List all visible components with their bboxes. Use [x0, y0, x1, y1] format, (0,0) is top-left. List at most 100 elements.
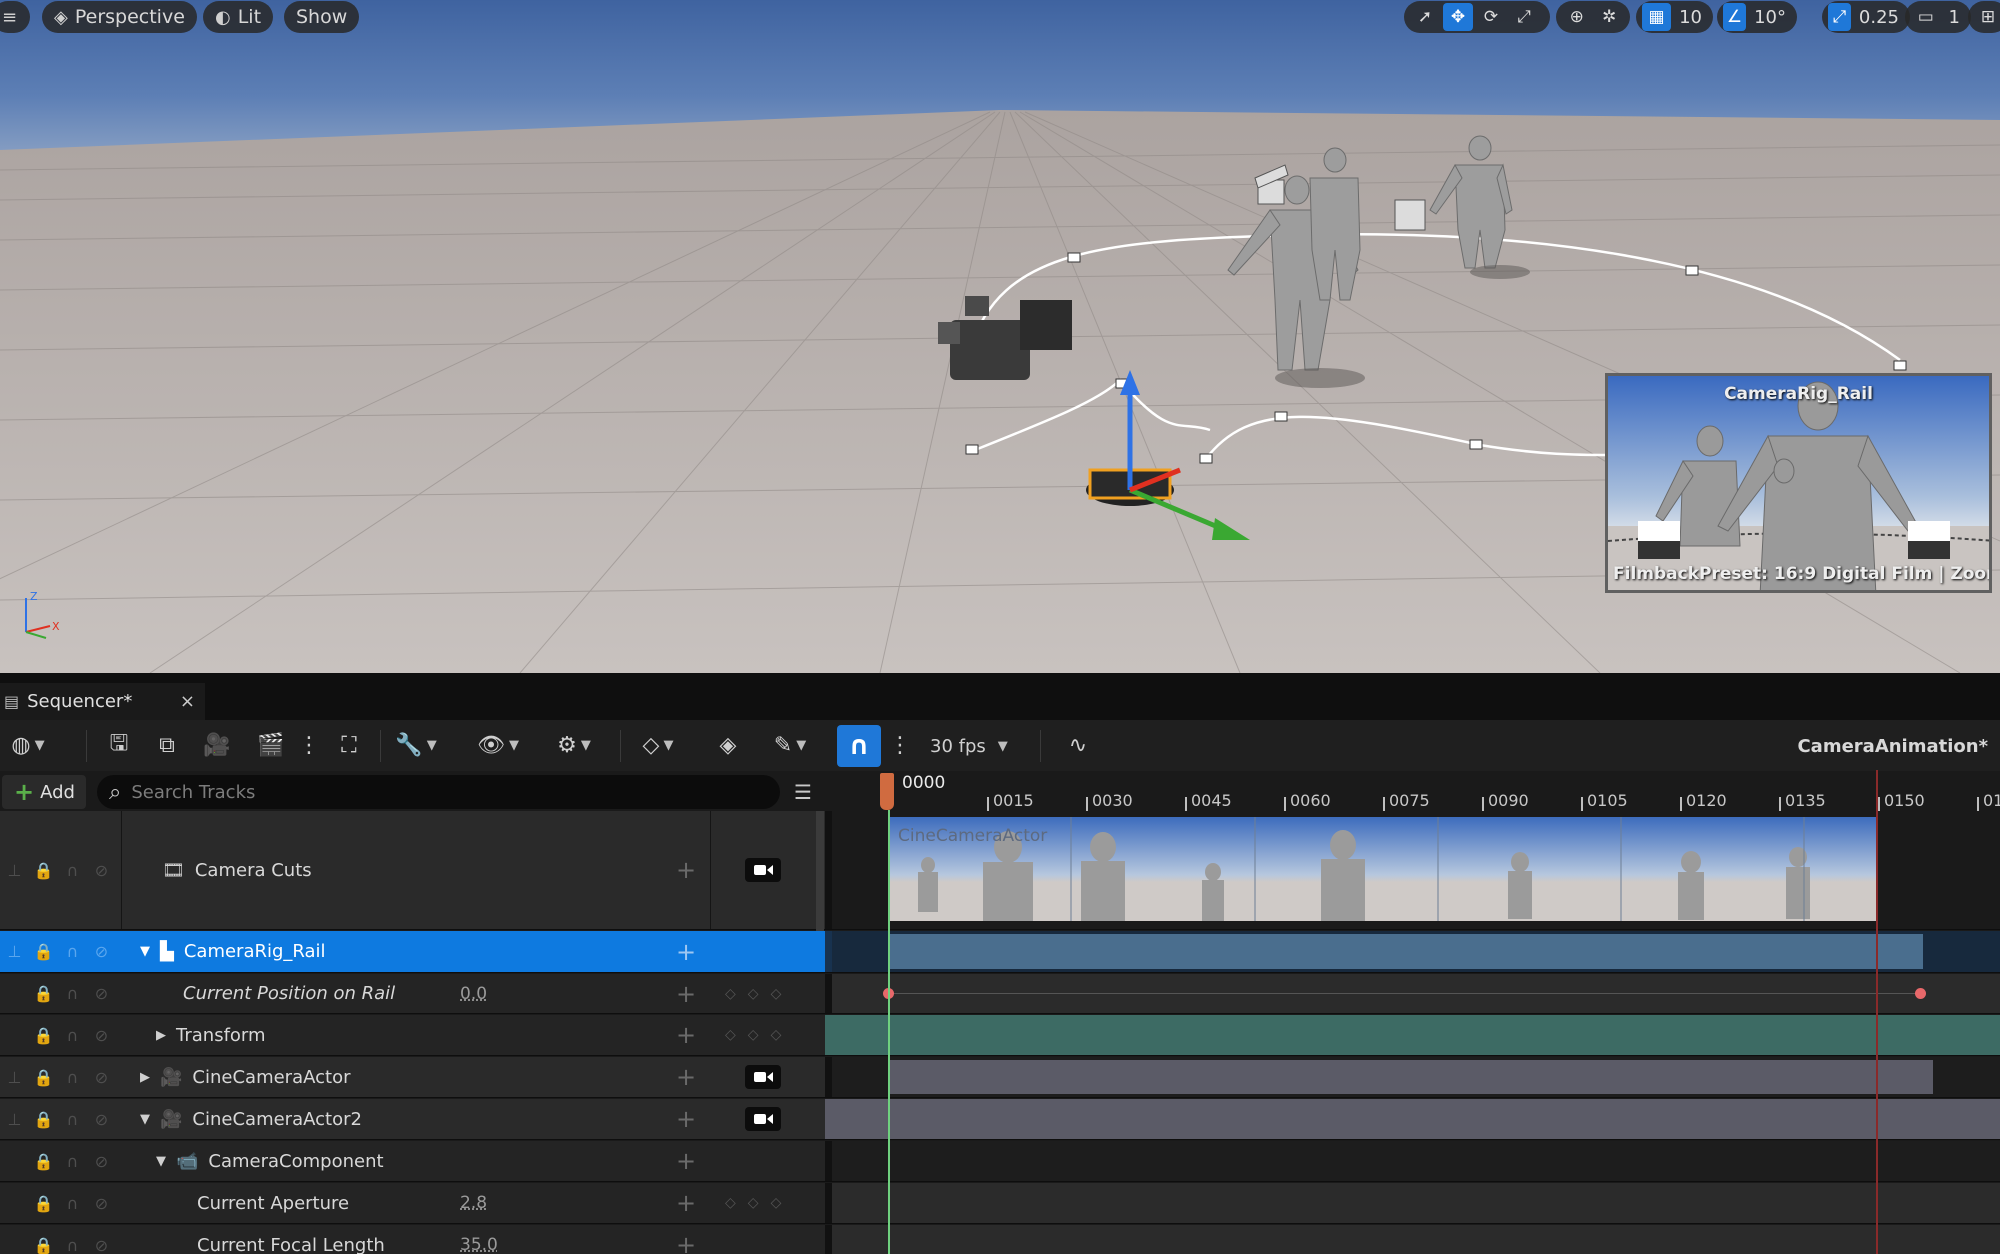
pin-icon[interactable]: ⊥ [0, 1068, 29, 1087]
lock-icon[interactable]: 🔒 [29, 1026, 58, 1045]
layout-group[interactable]: ⊞ [1968, 1, 2000, 33]
add-key-icon[interactable]: ◇ [748, 1195, 759, 1211]
lock-icon[interactable]: 🔒 [29, 1110, 58, 1129]
edit-mode-button[interactable]: ✎ ▼ [762, 725, 818, 765]
filter-icon[interactable]: ☰ [786, 775, 820, 809]
lit-button[interactable]: ◐ Lit [203, 1, 274, 33]
add-key-icon[interactable]: ◇ [748, 986, 759, 1002]
lock-icon[interactable]: 🔒 [29, 984, 58, 1003]
add-track-button[interactable]: + [676, 1057, 696, 1097]
mute-icon[interactable]: ⊘ [87, 1152, 116, 1171]
save-icon[interactable]: 🖫 [102, 725, 136, 765]
world-space-icon[interactable]: ⊕ [1562, 3, 1592, 31]
solo-icon[interactable]: ∩ [58, 984, 87, 1003]
grid-snap-group[interactable]: ▦ 10 [1636, 1, 1713, 33]
lock-icon[interactable]: 🔒 [29, 942, 58, 961]
camera-lock-button[interactable] [745, 1107, 781, 1131]
prev-key-icon[interactable]: ◇ [725, 1195, 736, 1211]
solo-icon[interactable]: ∩ [58, 861, 87, 880]
mute-icon[interactable]: ⊘ [87, 1026, 116, 1045]
snap-options-icon[interactable]: ⋮ [889, 725, 911, 765]
angle-snap-icon[interactable]: ∠ [1723, 3, 1747, 31]
prev-key-icon[interactable]: ◇ [725, 1027, 736, 1043]
view-options-button[interactable]: 👁 ▼ [470, 725, 526, 765]
curve-editor-icon[interactable]: ∿ [1058, 725, 1098, 765]
solo-icon[interactable]: ∩ [58, 1110, 87, 1129]
camera-lock-button[interactable] [745, 858, 781, 882]
add-track-button[interactable]: + [676, 931, 696, 972]
solo-icon[interactable]: ∩ [58, 1026, 87, 1045]
mute-icon[interactable]: ⊘ [87, 942, 116, 961]
next-key-icon[interactable]: ◇ [771, 1195, 782, 1211]
next-key-icon[interactable]: ◇ [771, 986, 782, 1002]
track-row-transform[interactable]: 🔒 ∩ ⊘ ▶ Transform + ◇ ◇ ◇ [0, 1015, 2000, 1056]
chevron-down-icon[interactable]: ▼ [156, 1154, 166, 1169]
camera-cut-section[interactable]: CineCameraActor [888, 817, 1878, 921]
lock-icon[interactable]: 🔒 [29, 1236, 58, 1254]
rotate-icon[interactable]: ⟳ [1476, 3, 1506, 31]
track-row-current-aperture[interactable]: 🔒 ∩ ⊘ Current Aperture 2.8 + ◇ ◇ ◇ [0, 1183, 2000, 1224]
solo-icon[interactable]: ∩ [58, 1068, 87, 1087]
pin-icon[interactable]: ⊥ [0, 942, 29, 961]
time-ruler[interactable]: 0000 0015 0030 0045 0060 0075 0090 0105 0120 013… [832, 771, 2000, 811]
framerate-dropdown[interactable]: 30 fps ▼ [930, 725, 1008, 767]
mute-icon[interactable]: ⊘ [87, 1110, 116, 1129]
track-row-current-position[interactable]: 🔒 ∩ ⊘ Current Position on Rail 0.0 + ◇ ◇… [0, 974, 2000, 1014]
outliner-scrollbar[interactable] [816, 811, 824, 931]
add-key-button[interactable]: + [676, 1225, 696, 1254]
playback-options-button[interactable]: ⚙ ▼ [546, 725, 602, 765]
lock-icon[interactable]: 🔒 [29, 1068, 58, 1087]
mute-icon[interactable]: ⊘ [87, 1194, 116, 1213]
cinecamera-section[interactable] [888, 1060, 1933, 1094]
chevron-right-icon[interactable]: ▶ [156, 1028, 166, 1043]
camera-speed-icon[interactable]: ▭ [1911, 3, 1941, 31]
show-button[interactable]: Show [284, 1, 360, 33]
prev-key-icon[interactable]: ◇ [725, 986, 736, 1002]
snap-magnet-icon[interactable]: ∩ [837, 725, 881, 767]
more-options-icon[interactable]: ⋮ [298, 725, 320, 765]
auto-key-icon[interactable]: ◈ [708, 725, 748, 765]
track-row-cameracomponent[interactable]: 🔒 ∩ ⊘ ▼ 📹 CameraComponent + [0, 1141, 2000, 1182]
viewport-layout-icon[interactable]: ⊞ [1974, 3, 2000, 31]
solo-icon[interactable]: ∩ [58, 1236, 87, 1254]
camerarig-section[interactable] [888, 934, 1923, 969]
clapperboard-icon[interactable]: 🎬 [254, 725, 288, 765]
world-settings-button[interactable]: ◍ ▼ [2, 725, 54, 765]
lock-icon[interactable]: 🔒 [29, 861, 58, 880]
track-value[interactable]: 0.0 [460, 974, 487, 1013]
track-row-cinecameraactor2[interactable]: ⊥ 🔒 ∩ ⊘ ▼ 🎥 CineCameraActor2 + [0, 1099, 2000, 1140]
solo-icon[interactable]: ∩ [58, 1194, 87, 1213]
playhead-handle[interactable] [880, 773, 894, 810]
lock-icon[interactable]: 🔒 [29, 1194, 58, 1213]
mute-icon[interactable]: ⊘ [87, 1236, 116, 1254]
close-icon[interactable]: × [180, 691, 195, 712]
tools-button[interactable]: 🔧 ▼ [390, 725, 442, 765]
add-track-button[interactable]: + Add [2, 775, 86, 809]
track-row-cinecameraactor[interactable]: ⊥ 🔒 ∩ ⊘ ▶ 🎥 CineCameraActor + [0, 1057, 2000, 1098]
add-key-button[interactable]: + [676, 811, 696, 929]
pin-icon[interactable]: ⊥ [0, 861, 29, 880]
tab-sequencer[interactable]: ▤ Sequencer* × [0, 683, 205, 720]
transform-section[interactable] [832, 1018, 2000, 1052]
add-track-button[interactable]: + [676, 1099, 696, 1139]
camera-speed-group[interactable]: ▭ 1 [1905, 1, 1971, 33]
track-row-camerarig-rail[interactable]: ⊥ 🔒 ∩ ⊘ ▼ ▙ CameraRig_Rail + [0, 931, 2000, 973]
mute-icon[interactable]: ⊘ [87, 1068, 116, 1087]
solo-icon[interactable]: ∩ [58, 1152, 87, 1171]
level-viewport[interactable]: ≡ ◈ Perspective ◐ Lit Show ➚ ✥ ⟳ ⤢ ⊕ ✲ ▦… [0, 0, 2000, 673]
find-in-browser-icon[interactable]: ⧉ [150, 725, 184, 765]
add-key-icon[interactable]: ◇ [748, 1027, 759, 1043]
track-row-camera-cuts[interactable]: ⊥ 🔒 ∩ ⊘ 🎞 Camera Cuts + CineCameraActor [0, 811, 2000, 930]
add-key-button[interactable]: + [676, 1183, 696, 1223]
add-key-button[interactable]: + [676, 974, 696, 1013]
solo-icon[interactable]: ∩ [58, 942, 87, 961]
restore-state-icon[interactable]: ⛶ [332, 725, 366, 765]
scale-icon[interactable]: ⤢ [1509, 3, 1539, 31]
track-value[interactable]: 35.0 [460, 1225, 498, 1254]
playback-end-marker[interactable] [1876, 770, 1878, 1254]
lock-icon[interactable]: 🔒 [29, 1152, 58, 1171]
camera-lock-button[interactable] [745, 1065, 781, 1089]
render-movie-icon[interactable]: 🎥 [200, 725, 234, 765]
chevron-down-icon[interactable]: ▼ [140, 1112, 150, 1127]
surface-snap-icon[interactable]: ✲ [1595, 3, 1625, 31]
